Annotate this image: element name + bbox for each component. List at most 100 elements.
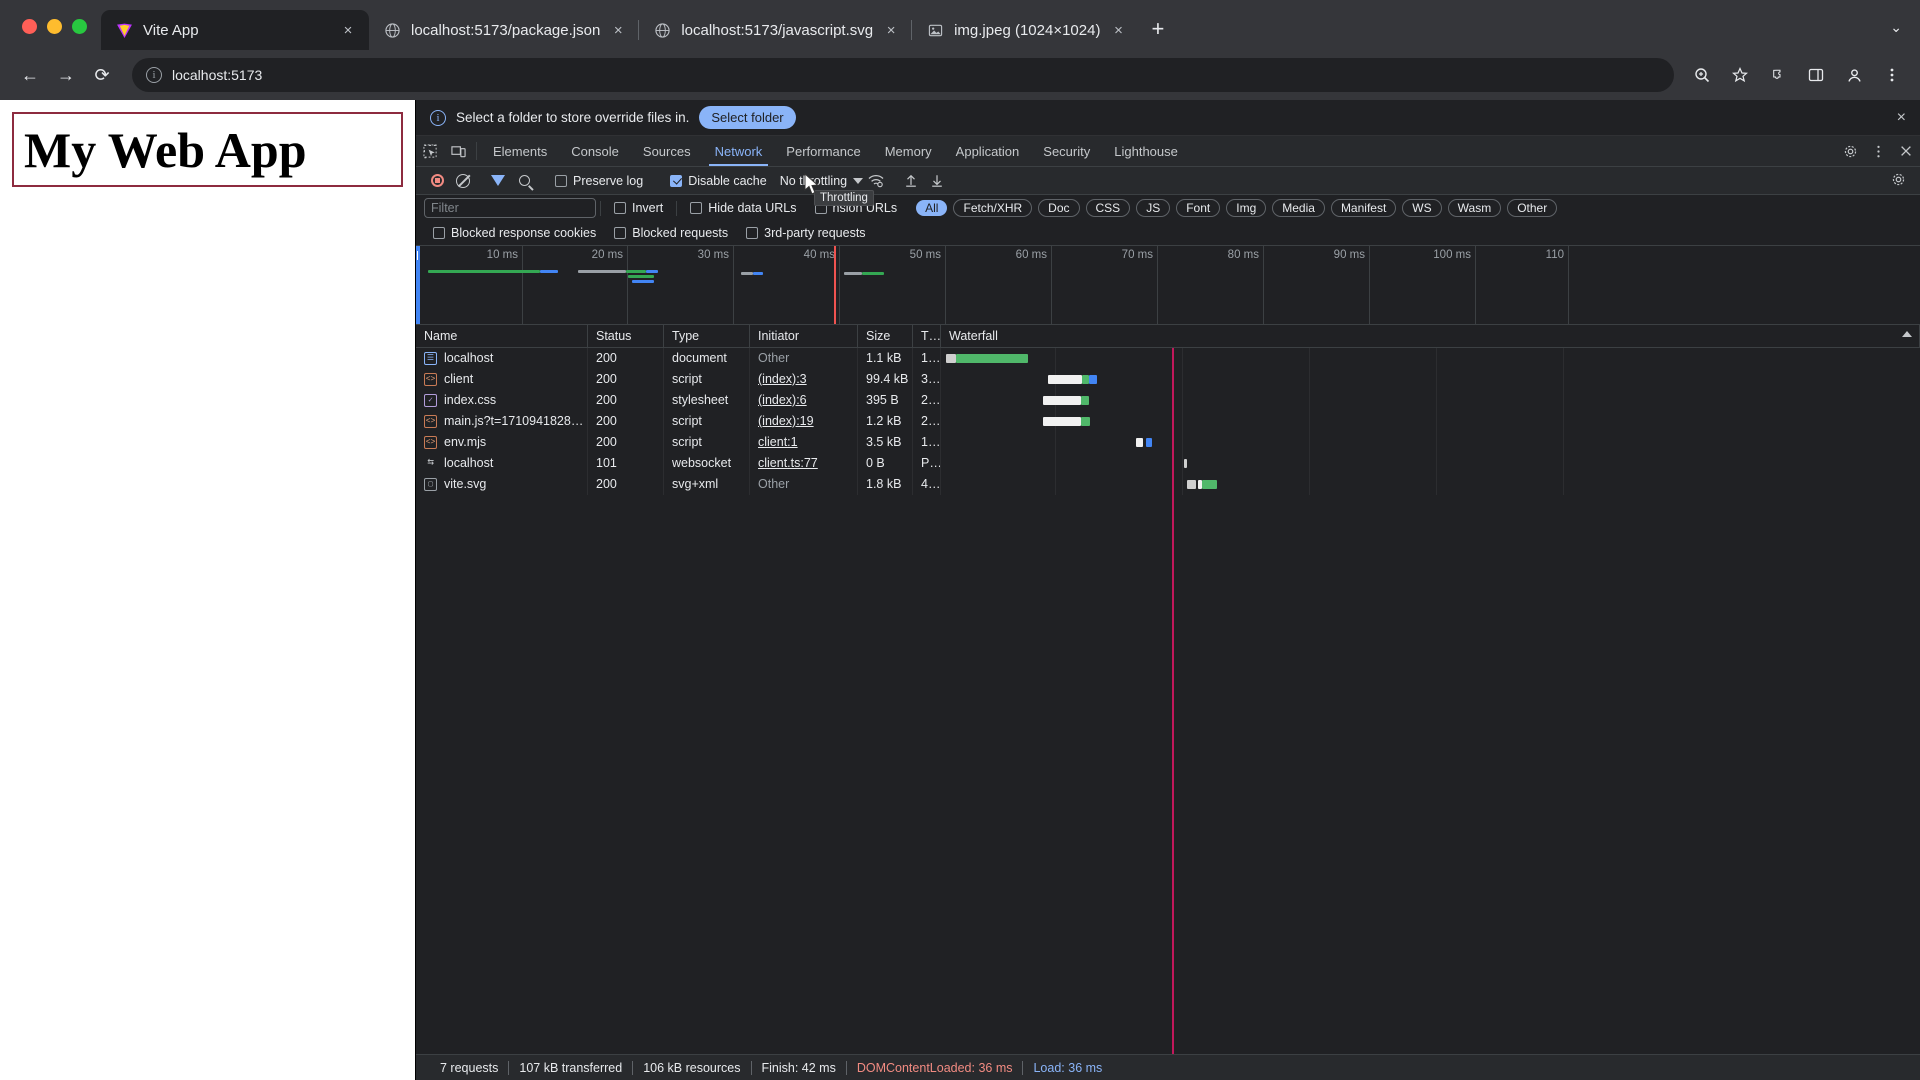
close-icon[interactable]: × bbox=[339, 22, 357, 39]
divider bbox=[476, 142, 477, 160]
type-filter-other[interactable]: Other bbox=[1507, 199, 1558, 217]
search-icon[interactable] bbox=[511, 170, 537, 192]
tab-network[interactable]: Network bbox=[703, 136, 775, 166]
type-filter-font[interactable]: Font bbox=[1176, 199, 1221, 217]
extensions-icon[interactable] bbox=[1764, 61, 1792, 89]
hide-data-urls-checkbox[interactable]: Hide data URLs bbox=[681, 201, 805, 215]
blocked-response-cookies-checkbox[interactable]: Blocked response cookies bbox=[424, 226, 605, 240]
filter-input[interactable] bbox=[424, 198, 596, 218]
menu-icon[interactable] bbox=[1878, 61, 1906, 89]
request-initiator[interactable]: (index):6 bbox=[758, 393, 807, 407]
clear-button[interactable] bbox=[450, 170, 476, 192]
column-header-name[interactable]: Name bbox=[416, 325, 588, 348]
request-initiator[interactable]: (index):19 bbox=[758, 414, 814, 428]
type-filter-manifest[interactable]: Manifest bbox=[1330, 199, 1397, 217]
table-row[interactable]: ☰ localhost 200 document Other 1.1 kB 1… bbox=[416, 348, 1920, 369]
reload-button[interactable]: ⟳ bbox=[86, 59, 118, 91]
type-filter-wasm[interactable]: Wasm bbox=[1447, 199, 1502, 217]
new-tab-button[interactable]: + bbox=[1139, 18, 1176, 50]
close-devtools-icon[interactable] bbox=[1892, 144, 1920, 158]
table-row[interactable]: ⇆ localhost 101 websocket client.ts:77 0… bbox=[416, 453, 1920, 474]
request-time: 2… bbox=[913, 411, 941, 432]
type-filter-doc[interactable]: Doc bbox=[1038, 199, 1080, 217]
tab-memory[interactable]: Memory bbox=[873, 136, 944, 166]
tab-sources[interactable]: Sources bbox=[631, 136, 703, 166]
site-info-icon[interactable]: i bbox=[146, 67, 162, 83]
preserve-log-checkbox[interactable]: Preserve log bbox=[546, 174, 652, 188]
column-header-waterfall[interactable]: Waterfall bbox=[941, 325, 1920, 348]
tab-performance[interactable]: Performance bbox=[774, 136, 872, 166]
select-folder-button[interactable]: Select folder bbox=[699, 106, 796, 129]
sort-arrow-icon[interactable] bbox=[1902, 331, 1912, 337]
back-button[interactable]: ← bbox=[14, 59, 46, 91]
zoom-icon[interactable] bbox=[1688, 61, 1716, 89]
disable-cache-checkbox[interactable]: Disable cache bbox=[661, 174, 776, 188]
request-initiator[interactable]: (index):3 bbox=[758, 372, 807, 386]
close-icon[interactable]: × bbox=[609, 22, 627, 39]
type-filter-js[interactable]: JS bbox=[1136, 199, 1171, 217]
close-icon[interactable]: × bbox=[882, 22, 900, 39]
column-header-initiator[interactable]: Initiator bbox=[750, 325, 858, 348]
minimize-window-button[interactable] bbox=[47, 19, 62, 34]
forward-button[interactable]: → bbox=[50, 59, 82, 91]
network-conditions-icon[interactable] bbox=[863, 170, 889, 192]
table-row[interactable]: ✓ index.css 200 stylesheet (index):6 395… bbox=[416, 390, 1920, 411]
close-icon[interactable]: × bbox=[1109, 22, 1127, 39]
globe-icon bbox=[653, 21, 672, 40]
finish-time: Finish: 42 ms bbox=[752, 1060, 847, 1075]
request-initiator[interactable]: client:1 bbox=[758, 435, 798, 449]
profile-icon[interactable] bbox=[1840, 61, 1868, 89]
network-settings-icon[interactable] bbox=[1891, 172, 1912, 190]
browser-tab-2[interactable]: localhost:5173/javascript.svg × bbox=[639, 10, 913, 50]
tab-security[interactable]: Security bbox=[1031, 136, 1102, 166]
address-bar[interactable]: i localhost:5173 bbox=[132, 58, 1674, 92]
invert-checkbox[interactable]: Invert bbox=[605, 201, 672, 215]
settings-gear-icon[interactable] bbox=[1836, 144, 1864, 159]
type-filter-ws[interactable]: WS bbox=[1402, 199, 1442, 217]
request-initiator: Other bbox=[750, 474, 858, 495]
tab-console[interactable]: Console bbox=[559, 136, 631, 166]
table-row[interactable]: <> env.mjs 200 script client:1 3.5 kB 1… bbox=[416, 432, 1920, 453]
import-har-icon[interactable] bbox=[898, 170, 924, 192]
more-options-icon[interactable] bbox=[1864, 144, 1892, 159]
blocked-requests-checkbox[interactable]: Blocked requests bbox=[605, 226, 737, 240]
browser-tab-3[interactable]: img.jpeg (1024×1024) × bbox=[912, 10, 1139, 50]
type-filter-fetch-xhr[interactable]: Fetch/XHR bbox=[953, 199, 1033, 217]
browser-tab-1[interactable]: localhost:5173/package.json × bbox=[369, 10, 640, 50]
tab-lighthouse[interactable]: Lighthouse bbox=[1102, 136, 1190, 166]
export-har-icon[interactable] bbox=[924, 170, 950, 192]
close-window-button[interactable] bbox=[22, 19, 37, 34]
table-row[interactable]: <> client 200 script (index):3 99.4 kB 3… bbox=[416, 369, 1920, 390]
column-header-type[interactable]: Type bbox=[664, 325, 750, 348]
request-status: 200 bbox=[588, 348, 664, 369]
network-overview-timeline[interactable]: 10 ms 20 ms 30 ms 40 ms 50 ms 60 ms 70 m… bbox=[416, 245, 1920, 325]
browser-tab-0[interactable]: Vite App × bbox=[101, 10, 369, 50]
table-row[interactable]: ▢ vite.svg 200 svg+xml Other 1.8 kB 4… bbox=[416, 474, 1920, 495]
type-filter-img[interactable]: Img bbox=[1226, 199, 1267, 217]
type-filter-media[interactable]: Media bbox=[1272, 199, 1325, 217]
maximize-window-button[interactable] bbox=[72, 19, 87, 34]
type-filter-css[interactable]: CSS bbox=[1085, 199, 1131, 217]
type-filter-all[interactable]: All bbox=[916, 200, 948, 216]
column-header-size[interactable]: Size bbox=[858, 325, 913, 348]
window-controls[interactable] bbox=[12, 19, 101, 50]
tab-application[interactable]: Application bbox=[944, 136, 1032, 166]
record-button[interactable] bbox=[424, 170, 450, 192]
chevron-down-icon[interactable]: ⌄ bbox=[1890, 19, 1920, 50]
overview-range-handle[interactable] bbox=[416, 246, 420, 324]
column-header-time[interactable]: T… bbox=[913, 325, 941, 348]
close-icon[interactable]: × bbox=[1897, 109, 1906, 127]
table-row[interactable]: <> main.js?t=1710941828… 200 script (ind… bbox=[416, 411, 1920, 432]
devtools-panel-icon[interactable] bbox=[1802, 61, 1830, 89]
device-toolbar-icon[interactable] bbox=[444, 136, 472, 166]
third-party-requests-checkbox[interactable]: 3rd-party requests bbox=[737, 226, 874, 240]
bookmark-star-icon[interactable] bbox=[1726, 61, 1754, 89]
inspect-element-icon[interactable] bbox=[416, 136, 444, 166]
tab-elements[interactable]: Elements bbox=[481, 136, 559, 166]
request-initiator[interactable]: client.ts:77 bbox=[758, 456, 818, 470]
request-time: 4… bbox=[913, 474, 941, 495]
throttling-select[interactable]: No throttling bbox=[776, 174, 864, 188]
filter-icon[interactable] bbox=[485, 170, 511, 192]
devtools-tabs-actions bbox=[1836, 136, 1920, 166]
column-header-status[interactable]: Status bbox=[588, 325, 664, 348]
